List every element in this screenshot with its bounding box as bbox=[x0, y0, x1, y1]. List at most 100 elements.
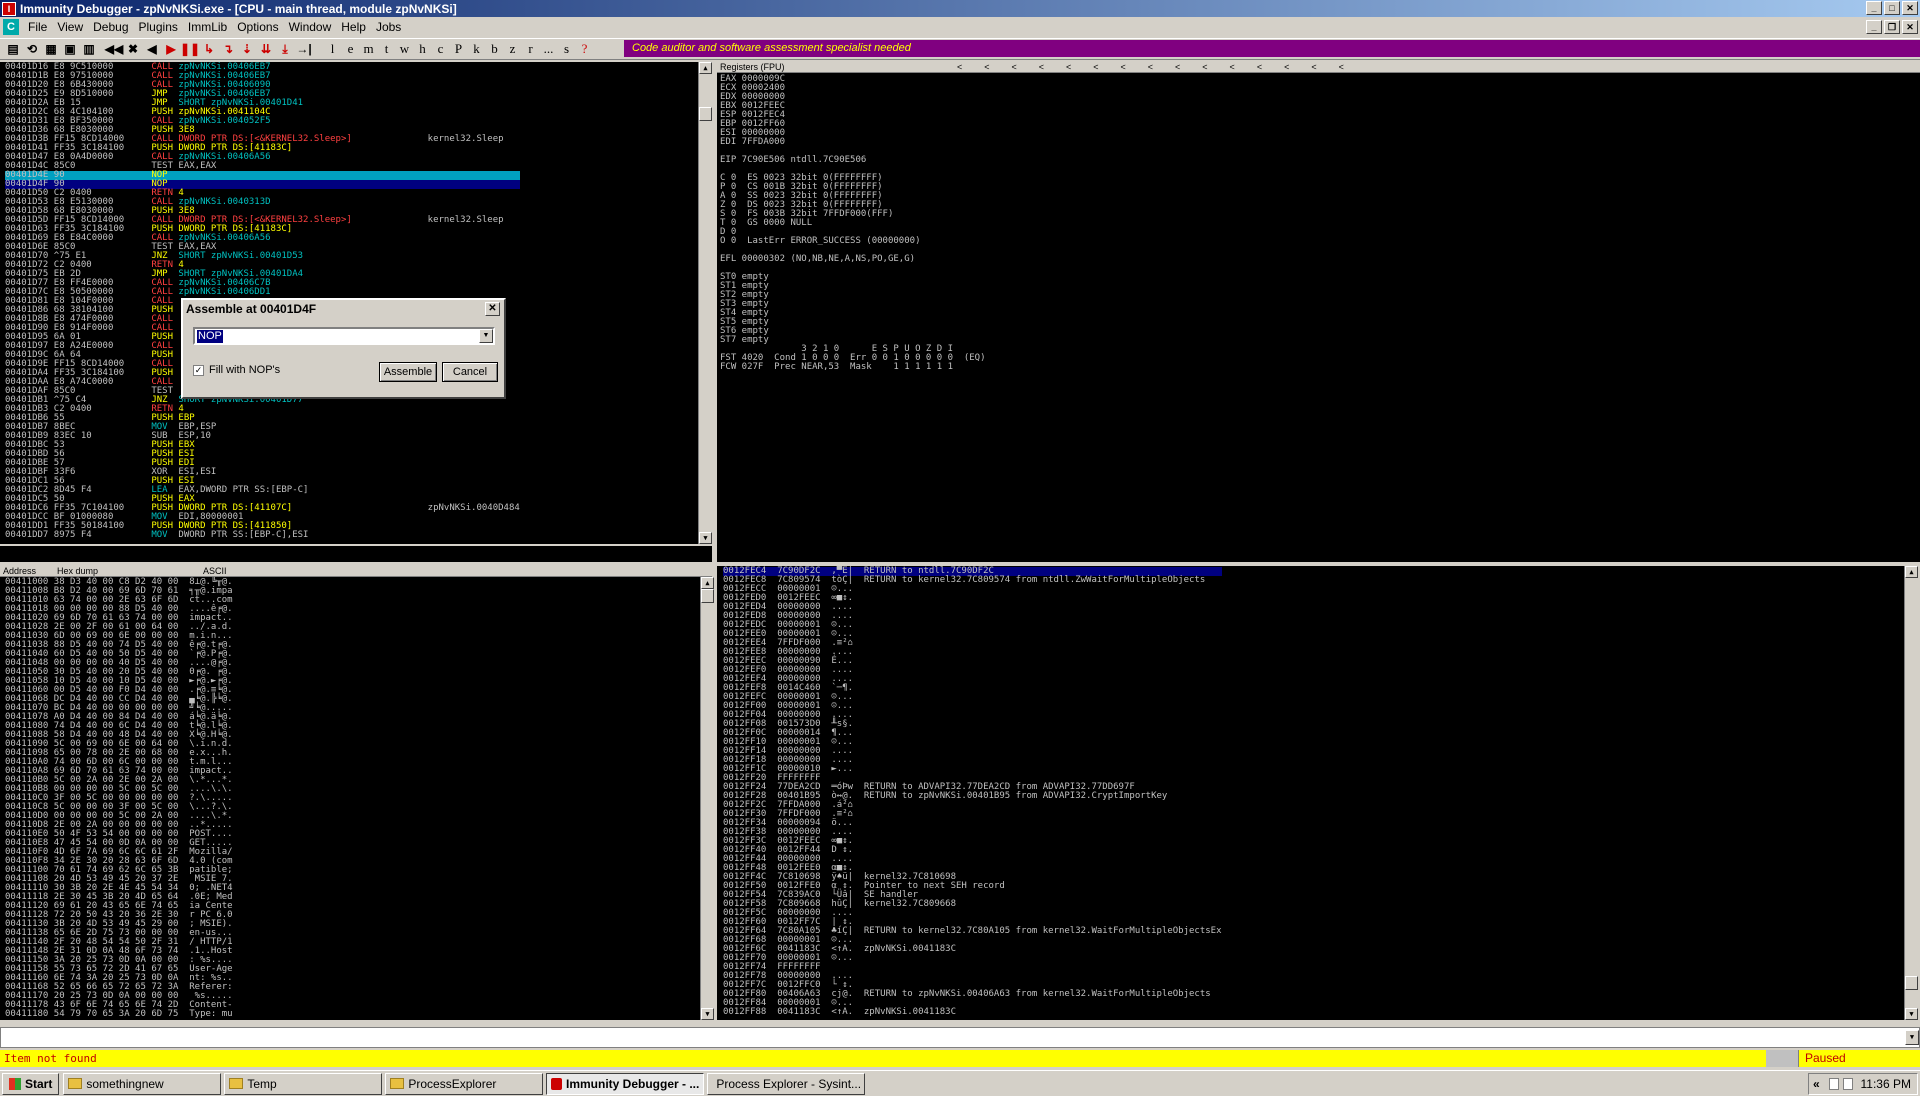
assemble-input-value[interactable]: NOP bbox=[197, 330, 223, 343]
disasm-row[interactable]: 00401DD7 8975 F4 MOV DWORD PTR SS:[EBP-C… bbox=[5, 531, 520, 540]
stack-vscroll[interactable]: ▲ ▼ bbox=[1904, 566, 1918, 1020]
modules-icon[interactable]: ▣ bbox=[61, 40, 79, 58]
scroll-thumb[interactable] bbox=[699, 107, 712, 121]
log-icon[interactable]: ▦ bbox=[42, 40, 60, 58]
trace-over-icon[interactable]: ⇊ bbox=[257, 40, 275, 58]
maximize-button[interactable]: □ bbox=[1884, 1, 1900, 15]
menu-immlib[interactable]: ImmLib bbox=[183, 20, 232, 34]
registers-header[interactable]: Registers (FPU) <<<<<<<<<<<<<<< bbox=[717, 62, 1920, 73]
register-line[interactable]: T 0 GS 0000 NULL bbox=[720, 219, 986, 228]
dump-col-ascii[interactable]: ASCII bbox=[203, 566, 227, 577]
rewind-icon[interactable]: ◀◀ bbox=[105, 40, 123, 58]
step-into-icon[interactable]: ↳ bbox=[200, 40, 218, 58]
register-line[interactable]: O 0 LastErr ERROR_SUCCESS (00000000) bbox=[720, 237, 986, 246]
registers-pane[interactable]: EAX 0000009C ECX 00002400 EDX 00000000 EBX … bbox=[717, 73, 1920, 562]
restart-icon[interactable]: ⟲ bbox=[23, 40, 41, 58]
toolbar-z[interactable]: z bbox=[504, 40, 521, 58]
menu-file[interactable]: File bbox=[23, 20, 52, 34]
disasm-address: 00401DD7 bbox=[5, 530, 54, 540]
cpu-window-icon[interactable]: C bbox=[3, 19, 19, 35]
command-chevron-down-icon[interactable]: ▼ bbox=[1905, 1030, 1919, 1045]
cancel-button[interactable]: Cancel bbox=[442, 362, 498, 382]
register-line[interactable]: EIP 7C90E506 ntdll.7C90E506 bbox=[720, 156, 986, 165]
dump-pane[interactable]: 00411000 38 D3 40 00 C8 D2 40 00 8⊥@.╚╥@… bbox=[0, 577, 700, 1020]
toolbar-e[interactable]: e bbox=[342, 40, 359, 58]
minimize-button[interactable]: _ bbox=[1866, 1, 1882, 15]
assemble-input[interactable]: NOP ▼ bbox=[193, 327, 495, 345]
toolbar-w[interactable]: w bbox=[396, 40, 413, 58]
app-icon[interactable]: I bbox=[2, 1, 16, 16]
toolbar-ellipsis[interactable]: ... bbox=[540, 40, 557, 58]
register-nav-arrows[interactable]: <<<<<<<<<<<<<<< bbox=[957, 62, 1366, 73]
menu-window[interactable]: Window bbox=[284, 20, 337, 34]
stack-comment: RETURN to kernel32.7C80A105 from kernel3… bbox=[863, 926, 1222, 936]
ad-banner[interactable]: Code auditor and software assessment spe… bbox=[624, 40, 1920, 57]
task-processexplorer-folder[interactable]: ProcessExplorer bbox=[385, 1072, 544, 1095]
chevron-down-icon[interactable]: ▼ bbox=[479, 329, 493, 343]
toolbar-b[interactable]: b bbox=[486, 40, 503, 58]
step-over-icon[interactable]: ↴ bbox=[219, 40, 237, 58]
menu-options[interactable]: Options bbox=[232, 20, 283, 34]
stack-scroll-down-icon[interactable]: ▼ bbox=[1905, 1008, 1918, 1020]
stack-scroll-thumb[interactable] bbox=[1905, 976, 1918, 990]
register-line[interactable]: EDI 7FFDA000 bbox=[720, 138, 986, 147]
toolbar-k[interactable]: k bbox=[468, 40, 485, 58]
menu-help[interactable]: Help bbox=[336, 20, 371, 34]
disassembly-vscroll[interactable]: ▲ ▼ bbox=[698, 62, 712, 544]
dump-scroll-down-icon[interactable]: ▼ bbox=[701, 1008, 714, 1020]
trace-into-icon[interactable]: ⇣ bbox=[238, 40, 256, 58]
back-icon[interactable]: ◀ bbox=[143, 40, 161, 58]
dump-vscroll[interactable]: ▲ ▼ bbox=[700, 577, 714, 1020]
run-icon[interactable]: ▶ bbox=[162, 40, 180, 58]
toolbar-help[interactable]: ? bbox=[576, 40, 593, 58]
fill-nops-checkbox[interactable]: ✓ bbox=[193, 365, 204, 376]
dump-row[interactable]: 00411180 54 79 70 65 3A 20 6D 75 Type: m… bbox=[5, 1010, 233, 1019]
dump-scroll-thumb[interactable] bbox=[701, 589, 714, 603]
toolbar-m[interactable]: m bbox=[360, 40, 377, 58]
close-process-icon[interactable]: ✖ bbox=[124, 40, 142, 58]
stack-pane[interactable]: 0012FEC4 7C90DF2C ,▀É| RETURN to ntdll.7… bbox=[717, 566, 1904, 1020]
menu-plugins[interactable]: Plugins bbox=[134, 20, 183, 34]
child-minimize-button[interactable]: _ bbox=[1866, 20, 1882, 34]
dialog-close-icon[interactable]: ✕ bbox=[485, 302, 500, 316]
scroll-up-icon[interactable]: ▲ bbox=[699, 62, 712, 74]
child-close-button[interactable]: ✕ bbox=[1902, 20, 1918, 34]
toolbar-r[interactable]: r bbox=[522, 40, 539, 58]
start-button[interactable]: Start bbox=[2, 1072, 60, 1095]
tray-expand-icon[interactable]: « bbox=[1813, 1077, 1820, 1091]
task-process-explorer[interactable]: Process Explorer - Sysint... bbox=[707, 1072, 866, 1095]
goto-icon[interactable]: →| bbox=[295, 40, 313, 58]
command-line-input[interactable]: ▼ bbox=[0, 1027, 1920, 1048]
toolbar-t[interactable]: t bbox=[378, 40, 395, 58]
dump-col-hex[interactable]: Hex dump bbox=[57, 566, 98, 577]
debug-state: Paused bbox=[1798, 1050, 1880, 1067]
menu-view[interactable]: View bbox=[52, 20, 88, 34]
dump-col-address[interactable]: Address bbox=[3, 566, 36, 577]
register-line[interactable]: EFL 00000302 (NO,NB,NE,A,NS,PO,GE,G) bbox=[720, 255, 986, 264]
child-restore-button[interactable]: ❐ bbox=[1884, 20, 1900, 34]
task-immunity-debugger[interactable]: Immunity Debugger - ... bbox=[546, 1072, 705, 1095]
stack-row[interactable]: 0012FF88 0041183C <↑A. zpNvNKSi.0041183C bbox=[723, 1008, 1222, 1017]
tray-icon-2[interactable] bbox=[1843, 1078, 1853, 1090]
scroll-down-icon[interactable]: ▼ bbox=[699, 532, 712, 544]
stack-scroll-up-icon[interactable]: ▲ bbox=[1905, 566, 1918, 578]
dump-scroll-up-icon[interactable]: ▲ bbox=[701, 577, 714, 589]
open-icon[interactable]: ▤ bbox=[4, 40, 22, 58]
fill-nops-label[interactable]: Fill with NOP's bbox=[209, 364, 280, 376]
toolbar-h[interactable]: h bbox=[414, 40, 431, 58]
pause-icon[interactable]: ❚❚ bbox=[180, 40, 200, 58]
task-temp[interactable]: Temp bbox=[224, 1072, 383, 1095]
task-somethingnew[interactable]: somethingnew bbox=[63, 1072, 222, 1095]
toolbar-l[interactable]: l bbox=[324, 40, 341, 58]
memory-icon[interactable]: ▥ bbox=[80, 40, 98, 58]
close-button[interactable]: ✕ bbox=[1902, 1, 1918, 15]
tray-icon-1[interactable] bbox=[1829, 1078, 1839, 1090]
assemble-button[interactable]: Assemble bbox=[379, 362, 437, 382]
menu-debug[interactable]: Debug bbox=[88, 20, 133, 34]
toolbar-s[interactable]: s bbox=[558, 40, 575, 58]
toolbar-c[interactable]: c bbox=[432, 40, 449, 58]
register-line[interactable]: FCW 027F Prec NEAR,53 Mask 1 1 1 1 1 1 bbox=[720, 363, 986, 372]
menu-jobs[interactable]: Jobs bbox=[371, 20, 406, 34]
toolbar-p[interactable]: P bbox=[450, 40, 467, 58]
execute-till-return-icon[interactable]: ⤓ bbox=[276, 40, 294, 58]
